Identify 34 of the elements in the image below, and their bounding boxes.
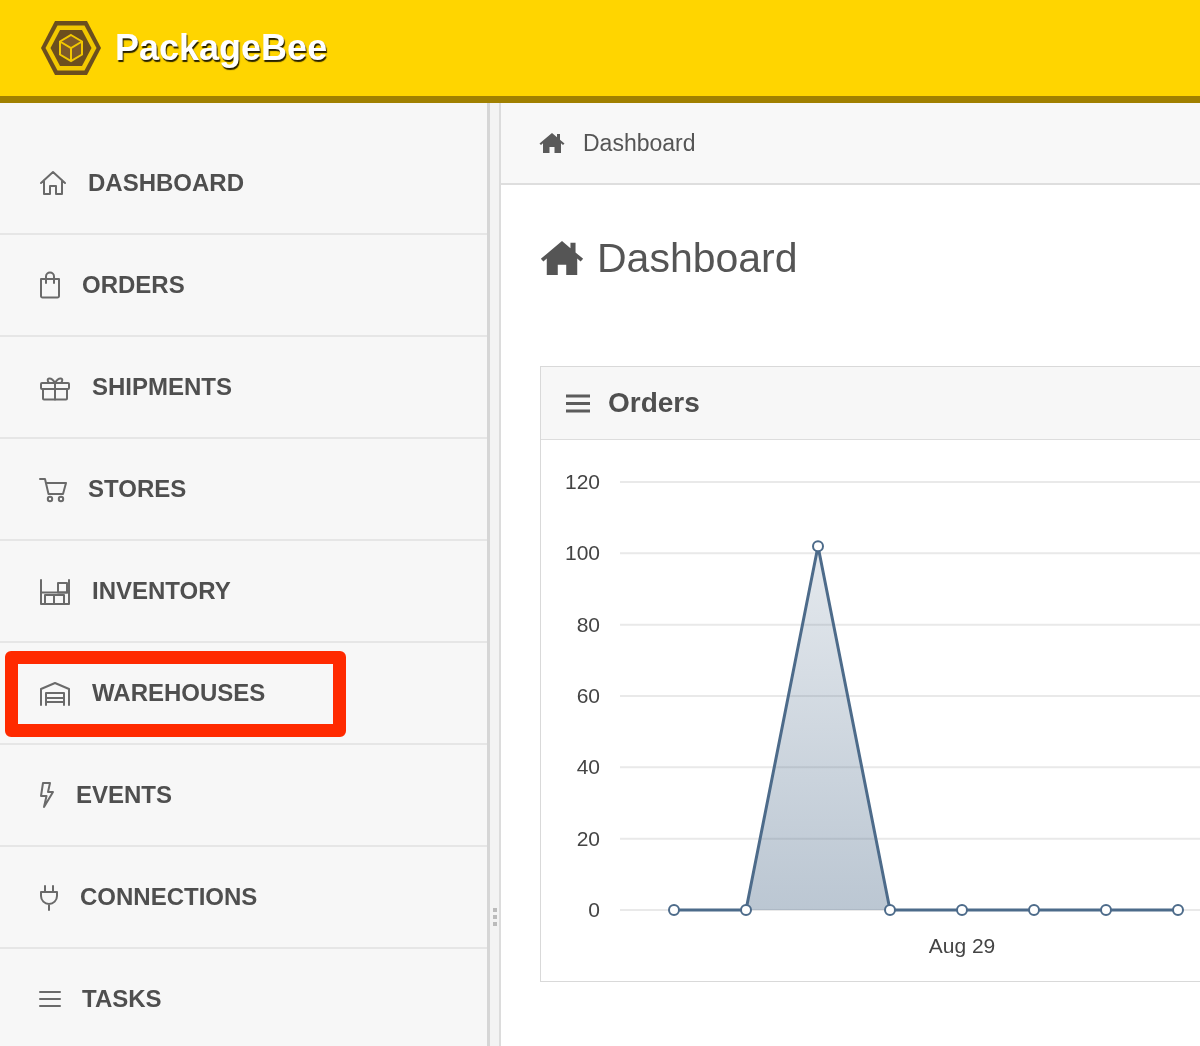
- y-tick-label: 20: [576, 826, 600, 850]
- cart-icon: [39, 475, 67, 503]
- house-icon: [39, 169, 67, 197]
- data-point: [1172, 904, 1184, 916]
- y-tick-label: 40: [576, 755, 600, 779]
- data-point: [1028, 904, 1040, 916]
- y-tick-label: 100: [564, 541, 600, 565]
- menu-icon: [566, 393, 590, 413]
- logo-icon: [40, 20, 102, 76]
- y-tick-label: 80: [576, 612, 600, 636]
- data-point: [740, 904, 752, 916]
- bolt-icon: [39, 781, 55, 809]
- grip-icon: [492, 908, 497, 926]
- breadcrumb-link[interactable]: Dashboard: [583, 129, 696, 157]
- card-title: Orders: [608, 387, 700, 419]
- data-point: [884, 904, 896, 916]
- y-tick-label: 0: [588, 898, 600, 921]
- splitter-bar[interactable]: [487, 103, 501, 1046]
- data-point: [812, 540, 824, 553]
- home-icon: [540, 239, 584, 277]
- page-title: Dashboard: [597, 234, 798, 282]
- garage-icon: [39, 679, 71, 707]
- y-tick-label: 60: [576, 684, 600, 707]
- home-icon: [539, 132, 565, 154]
- nav-item[interactable]: WAREHOUSES: [0, 643, 487, 745]
- y-tick-label: 120: [564, 470, 600, 493]
- data-point: [956, 904, 968, 916]
- shelves-icon: [39, 577, 71, 605]
- data-point: [668, 904, 680, 916]
- brand-name: PackageBee: [115, 27, 328, 69]
- x-tick-label: Aug 29: [928, 934, 996, 957]
- bag-icon: [39, 271, 61, 299]
- data-point: [1100, 904, 1112, 916]
- plug-icon: [39, 883, 59, 911]
